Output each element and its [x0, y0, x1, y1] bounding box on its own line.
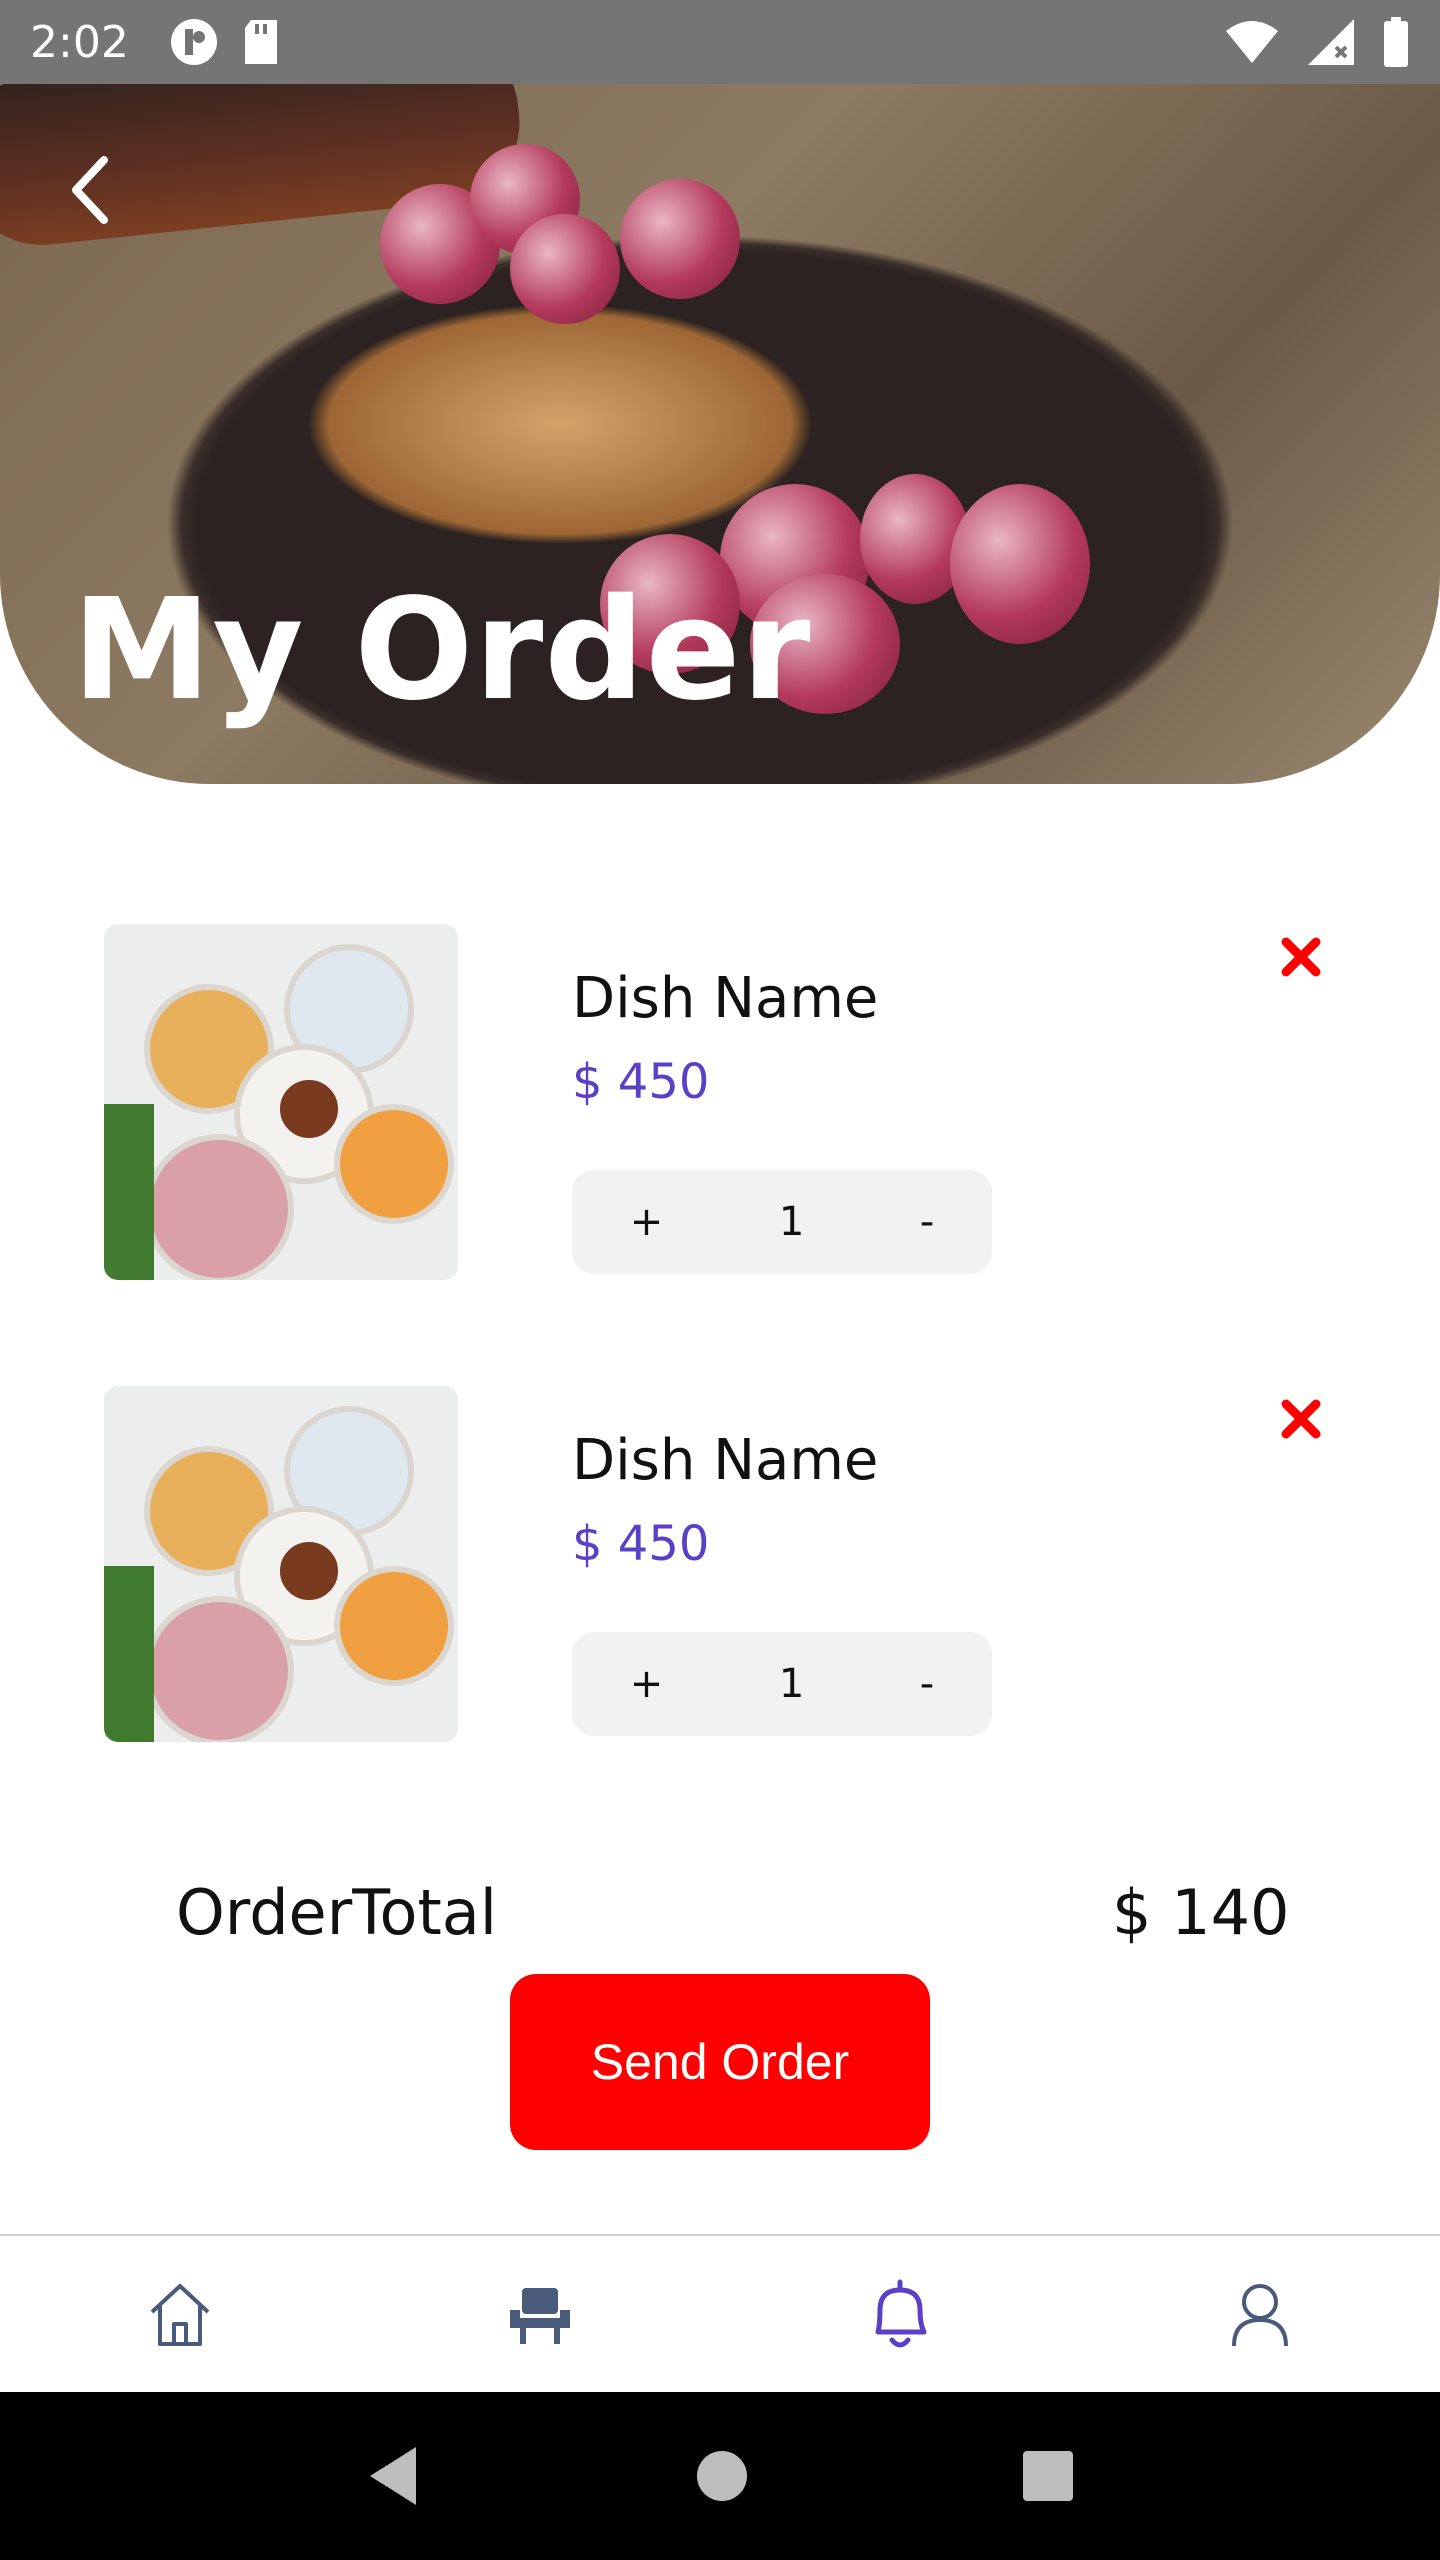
quantity-stepper: + 1 - [572, 1170, 992, 1274]
nav-home[interactable] [130, 2264, 230, 2364]
send-order-button[interactable]: Send Order [510, 1974, 930, 2150]
order-total-label: OrderTotal [176, 1876, 497, 1949]
dish-price: $ 450 [572, 1516, 710, 1572]
raspberry-image [510, 214, 620, 324]
order-item: Dish Name $ 450 + 1 - [0, 924, 1440, 1284]
page-title: My Order [72, 569, 812, 732]
profile-icon [1232, 2284, 1288, 2347]
order-total-value: $ 140 [1112, 1876, 1290, 1949]
increment-button[interactable]: + [630, 1199, 664, 1245]
signal-icon [1308, 19, 1354, 65]
back-arrow-icon[interactable] [60, 150, 120, 230]
bottom-navigation [0, 2234, 1440, 2392]
raspberry-image [950, 484, 1090, 644]
raspberry-image [620, 179, 740, 299]
battery-icon [1384, 17, 1408, 67]
dish-name: Dish Name [572, 1428, 879, 1493]
increment-button[interactable]: + [630, 1661, 664, 1707]
status-bar: 2:02 [0, 0, 1440, 84]
remove-item-icon[interactable] [1278, 1396, 1324, 1442]
dish-image [104, 1386, 458, 1742]
app-notification-icon [170, 19, 217, 65]
nav-notifications[interactable] [850, 2264, 950, 2364]
remove-item-icon[interactable] [1278, 934, 1324, 980]
decrement-button[interactable]: - [920, 1661, 934, 1707]
dish-name: Dish Name [572, 966, 879, 1031]
nav-reservation[interactable] [490, 2264, 590, 2364]
dish-price: $ 450 [572, 1054, 710, 1110]
home-icon [150, 2284, 210, 2346]
dish-image [104, 924, 458, 1280]
sd-card-icon [244, 20, 277, 64]
chair-icon [510, 2288, 570, 2344]
system-navigation-bar [0, 2392, 1440, 2560]
quantity-value: 1 [778, 1661, 805, 1707]
system-recents-icon[interactable] [1020, 2448, 1076, 2504]
quantity-stepper: + 1 - [572, 1632, 992, 1736]
status-time: 2:02 [30, 16, 129, 68]
quantity-value: 1 [778, 1199, 805, 1245]
system-back-icon[interactable] [364, 2443, 424, 2509]
hero-banner: My Order [0, 84, 1440, 784]
wifi-icon [1226, 21, 1278, 63]
bell-icon [875, 2279, 927, 2348]
system-home-icon[interactable] [694, 2448, 750, 2504]
order-item: Dish Name $ 450 + 1 - [0, 1386, 1440, 1746]
decrement-button[interactable]: - [920, 1199, 934, 1245]
nav-profile[interactable] [1210, 2264, 1310, 2364]
